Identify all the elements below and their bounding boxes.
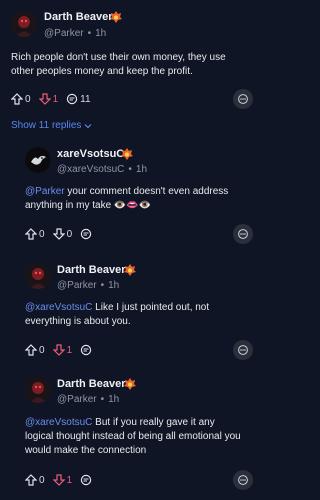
- avatar[interactable]: [25, 263, 51, 289]
- arrow-down-icon: [38, 93, 51, 105]
- downvote-count: 1: [66, 344, 73, 356]
- avatar[interactable]: [25, 147, 51, 173]
- downvote-count: 1: [66, 474, 73, 486]
- arrow-down-icon: [52, 344, 65, 356]
- comment-thread: Darth Beaver @Parker • 1h Rich people don'…: [0, 0, 267, 500]
- mention-link[interactable]: @xareVsotsuC: [25, 417, 92, 428]
- author-handle[interactable]: @Parker: [57, 394, 97, 405]
- post-time: 1h: [95, 28, 107, 39]
- comment-bubble-icon: [66, 93, 78, 105]
- post-time: 1h: [108, 394, 120, 405]
- more-dots-icon: [238, 229, 248, 239]
- author-name[interactable]: xareVsotsuC: [57, 148, 124, 160]
- downvote-count: 1: [52, 93, 59, 105]
- post-time: 1h: [108, 280, 120, 291]
- upvote-button[interactable]: 0: [25, 474, 45, 486]
- author-handle[interactable]: @xareVsotsuC: [57, 164, 124, 175]
- upvote-button[interactable]: 0: [25, 228, 45, 240]
- upvote-count: 0: [25, 93, 31, 105]
- author-handle[interactable]: @Parker: [57, 280, 97, 291]
- comments-button[interactable]: [80, 228, 94, 240]
- comments-button[interactable]: 11: [66, 93, 91, 105]
- downvote-button[interactable]: 0: [52, 228, 73, 240]
- author-handle-line: @Parker • 1h: [57, 280, 120, 291]
- upvote-count: 0: [39, 344, 45, 356]
- post-actions: 0 1: [25, 342, 102, 358]
- avatar[interactable]: [25, 377, 51, 403]
- flame-badge-icon: [109, 10, 123, 24]
- post-actions: 0 1 11: [11, 91, 99, 107]
- more-options-button[interactable]: [233, 340, 253, 360]
- downvote-button[interactable]: 1: [52, 474, 73, 486]
- show-replies-label: Show 11 replies: [11, 120, 82, 131]
- downvote-button[interactable]: 1: [38, 93, 59, 105]
- post-text: @xareVsotsuC Like I just pointed out, no…: [25, 301, 235, 329]
- comment-bubble-icon: [80, 228, 92, 240]
- arrow-up-icon: [25, 344, 37, 356]
- author-name[interactable]: Darth Beaver: [44, 11, 112, 23]
- arrow-up-icon: [25, 474, 37, 486]
- post-text-content: Rich people don't use their own money, t…: [11, 52, 226, 77]
- more-dots-icon: [238, 475, 248, 485]
- author-handle-line: @xareVsotsuC • 1h: [57, 164, 148, 175]
- more-options-button[interactable]: [233, 470, 253, 490]
- author-handle-line: @Parker • 1h: [44, 28, 107, 39]
- arrow-up-icon: [25, 228, 37, 240]
- flame-badge-icon: [123, 377, 137, 391]
- arrow-up-icon: [11, 93, 23, 105]
- post-actions: 0 0: [25, 226, 102, 242]
- comment-bubble-icon: [80, 474, 92, 486]
- more-dots-icon: [238, 94, 248, 104]
- author-name[interactable]: Darth Beaver: [57, 264, 125, 276]
- mention-link[interactable]: @Parker: [25, 186, 65, 197]
- comment-bubble-icon: [80, 344, 92, 356]
- mention-link[interactable]: @xareVsotsuC: [25, 302, 92, 313]
- more-dots-icon: [238, 345, 248, 355]
- flame-badge-icon: [120, 147, 134, 161]
- upvote-count: 0: [39, 228, 45, 240]
- post-text: @Parker your comment doesn't even addres…: [25, 185, 233, 213]
- comments-button[interactable]: [80, 344, 94, 356]
- post-actions: 0 1: [25, 472, 102, 488]
- more-options-button[interactable]: [233, 224, 253, 244]
- arrow-down-icon: [52, 228, 65, 240]
- upvote-button[interactable]: 0: [25, 344, 45, 356]
- arrow-down-icon: [52, 474, 65, 486]
- author-handle-line: @Parker • 1h: [57, 394, 120, 405]
- show-replies-link[interactable]: Show 11 replies: [11, 120, 92, 131]
- chevron-down-icon: [84, 123, 92, 128]
- downvote-count: 0: [66, 228, 73, 240]
- author-name[interactable]: Darth Beaver: [57, 378, 125, 390]
- post-text: Rich people don't use their own money, t…: [11, 51, 231, 79]
- upvote-button[interactable]: 0: [11, 93, 31, 105]
- more-options-button[interactable]: [233, 89, 253, 109]
- downvote-button[interactable]: 1: [52, 344, 73, 356]
- author-handle[interactable]: @Parker: [44, 28, 84, 39]
- flame-badge-icon: [123, 263, 137, 277]
- post-text: @xareVsotsuC But if you really gave it a…: [25, 416, 245, 458]
- upvote-count: 0: [39, 474, 45, 486]
- comment-count: 11: [80, 93, 91, 105]
- comments-button[interactable]: [80, 474, 94, 486]
- avatar[interactable]: [11, 11, 37, 37]
- post-time: 1h: [135, 164, 148, 175]
